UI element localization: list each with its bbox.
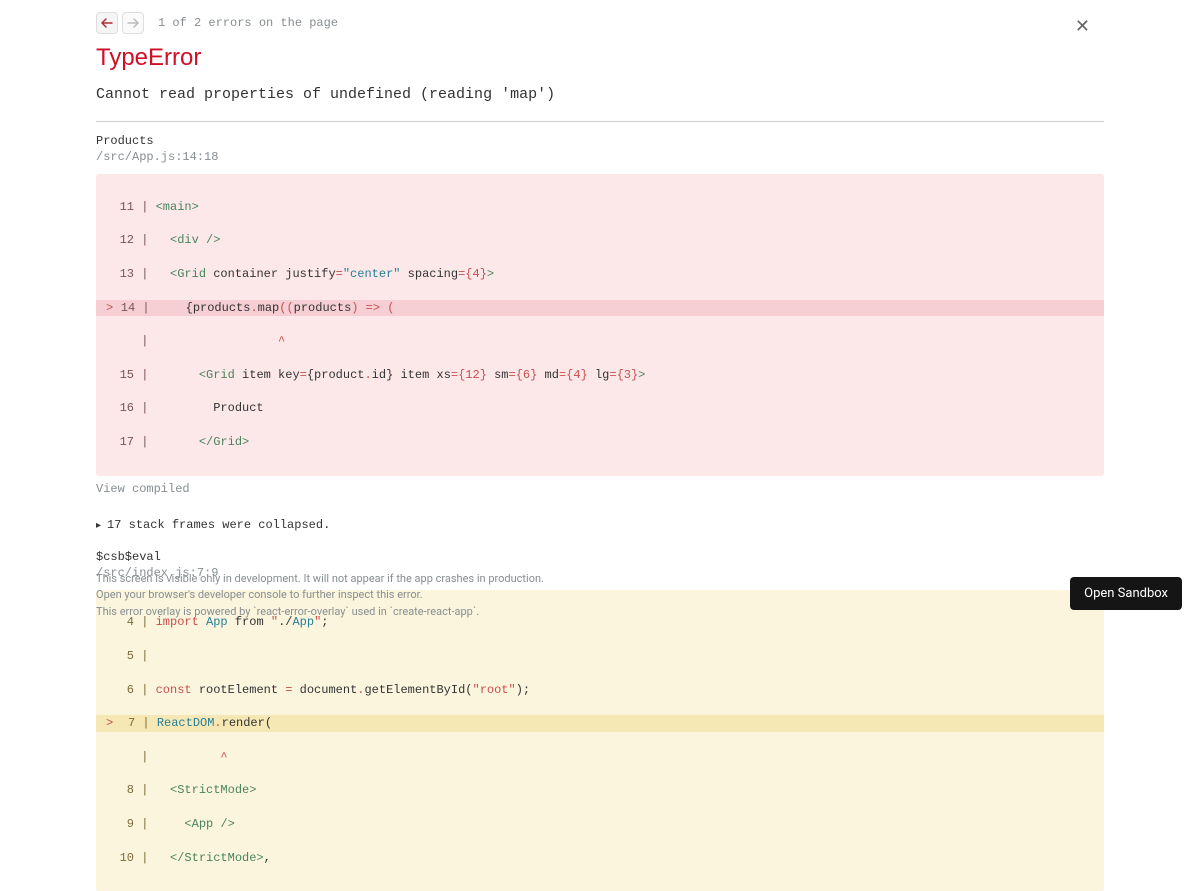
code-block-2: 4 | import App from "./App"; 5 | 6 | con… (96, 590, 1104, 891)
stack-frame-1-name: Products (96, 134, 1104, 148)
divider (96, 121, 1104, 122)
prev-error-button[interactable] (96, 12, 118, 34)
code-block-1: 11 | <main> 12 | <div /> 13 | <Grid cont… (96, 174, 1104, 476)
footer-line-3: This error overlay is powered by `react-… (96, 604, 544, 621)
next-error-button[interactable] (122, 12, 144, 34)
error-message: Cannot read properties of undefined (rea… (96, 86, 1104, 103)
close-icon[interactable]: ✕ (1075, 18, 1090, 36)
stack-frame-2-name: $csb$eval (96, 550, 1104, 564)
collapsed-frames-toggle[interactable]: 17 stack frames were collapsed. (96, 518, 1104, 532)
footer-line-1: This screen is visible only in developme… (96, 571, 544, 588)
error-counter: 1 of 2 errors on the page (158, 16, 338, 30)
view-compiled-link[interactable]: View compiled (96, 482, 1104, 496)
footer-notice: This screen is visible only in developme… (96, 571, 544, 621)
open-sandbox-button[interactable]: Open Sandbox (1070, 577, 1182, 610)
footer-line-2: Open your browser's developer console to… (96, 587, 544, 604)
error-nav: 1 of 2 errors on the page (96, 12, 1104, 34)
error-type: TypeError (96, 44, 1104, 72)
stack-frame-1-location[interactable]: /src/App.js:14:18 (96, 150, 1104, 164)
